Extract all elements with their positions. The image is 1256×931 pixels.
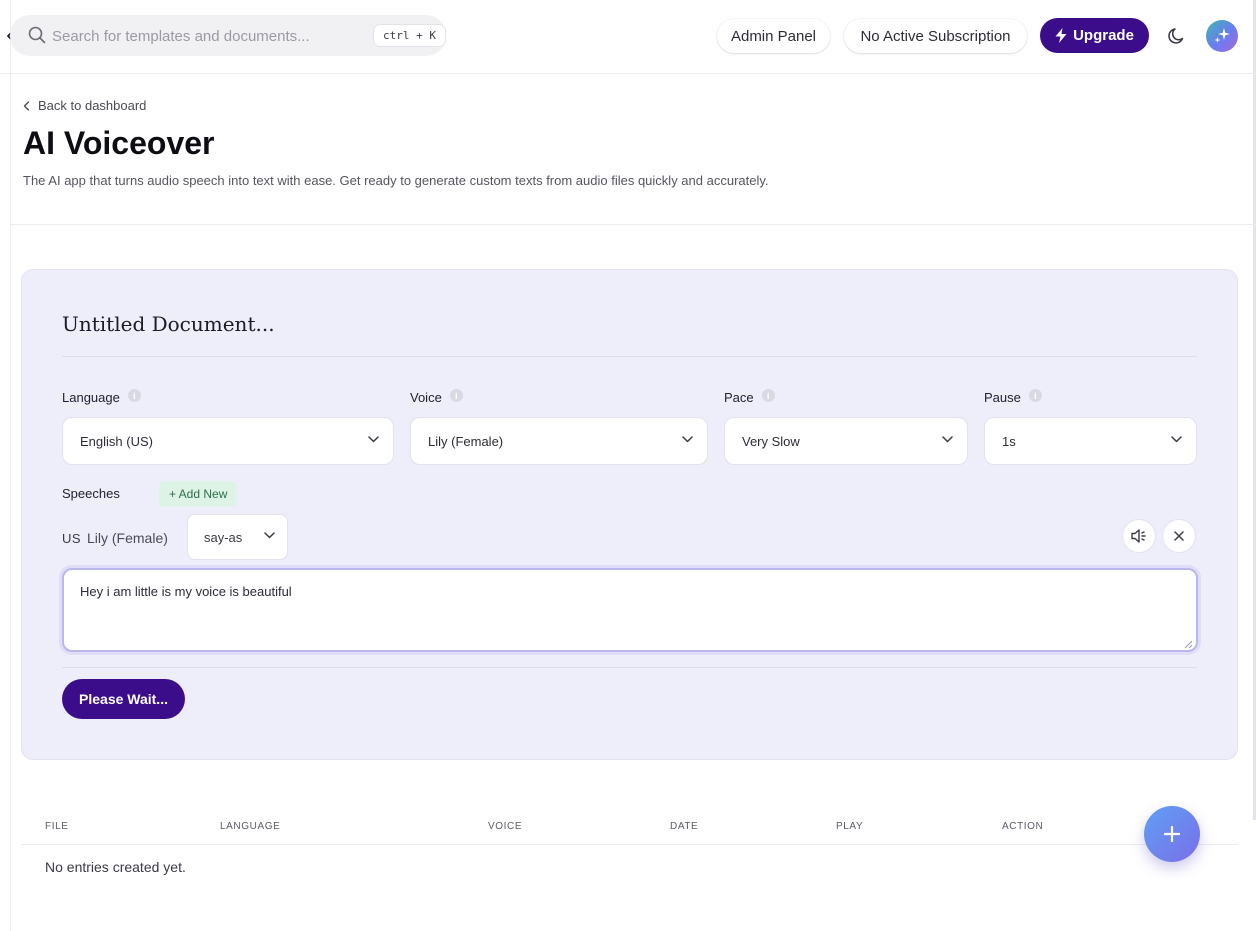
voice-value: Lily (Female): [428, 433, 504, 449]
column-header-action: ACTION: [1002, 821, 1044, 832]
avatar[interactable]: [1206, 20, 1238, 52]
search-icon: [28, 26, 46, 49]
table-divider: [21, 844, 1238, 845]
upgrade-button[interactable]: Upgrade: [1040, 18, 1149, 53]
pause-label-text: Pause: [984, 390, 1021, 405]
add-new-speech-button[interactable]: + Add New: [159, 481, 238, 507]
info-icon[interactable]: i: [1028, 389, 1042, 402]
document-title[interactable]: Untitled Document...: [62, 312, 275, 336]
add-entry-fab[interactable]: [1144, 806, 1200, 862]
close-icon: [1174, 531, 1184, 541]
keyboard-shortcut: ctrl + K: [373, 24, 446, 47]
speech-row: US Lily (Female) say-as: [62, 514, 1197, 560]
divider: [62, 667, 1197, 668]
pace-label-text: Pace: [724, 390, 754, 405]
language-label: Language i: [62, 389, 141, 405]
chevron-down-icon: [682, 436, 693, 443]
top-bar: ctrl + K Admin Panel No Active Subscript…: [0, 0, 1256, 74]
upgrade-label: Upgrade: [1073, 27, 1134, 44]
language-select[interactable]: English (US): [62, 417, 394, 465]
voiceover-form-card: Untitled Document... Language i English …: [21, 269, 1238, 760]
column-header-voice: VOICE: [488, 821, 523, 832]
pause-value: 1s: [1002, 433, 1016, 449]
info-icon[interactable]: i: [449, 389, 463, 402]
page-subtitle: The AI app that turns audio speech into …: [23, 173, 769, 188]
speech-voice: Lily (Female): [87, 530, 168, 546]
theme-toggle[interactable]: [1165, 24, 1189, 48]
resize-handle-icon[interactable]: [1184, 640, 1193, 649]
bolt-icon: [1055, 28, 1067, 43]
search-input[interactable]: [52, 25, 352, 47]
voice-label-text: Voice: [410, 390, 442, 405]
chevron-left-icon: [23, 100, 30, 111]
generate-button[interactable]: Please Wait...: [62, 679, 185, 719]
moon-icon: [1168, 28, 1184, 44]
speech-language-code: US: [62, 531, 82, 546]
pause-label: Pause i: [984, 389, 1042, 405]
say-as-value: say-as: [204, 529, 243, 545]
pause-select[interactable]: 1s: [984, 417, 1197, 465]
chevron-down-icon: [264, 532, 275, 539]
column-header-language: LANGUAGE: [220, 821, 281, 832]
back-to-dashboard-link[interactable]: Back to dashboard: [23, 98, 146, 113]
chevron-down-icon: [1171, 436, 1182, 443]
info-icon[interactable]: i: [127, 389, 141, 402]
info-icon[interactable]: i: [761, 389, 775, 402]
language-value: English (US): [80, 433, 153, 449]
chevron-down-icon: [942, 436, 953, 443]
pace-select[interactable]: Very Slow: [724, 417, 968, 465]
pace-value: Very Slow: [742, 433, 800, 449]
sparkle-icon: [1214, 28, 1230, 43]
speeches-label: Speeches: [62, 486, 120, 501]
preview-speech-button[interactable]: [1122, 519, 1156, 553]
column-header-play: PLAY: [836, 821, 864, 832]
pace-label: Pace i: [724, 389, 775, 405]
plus-icon: [1163, 825, 1181, 843]
subscription-status-button[interactable]: No Active Subscription: [844, 19, 1027, 53]
speech-textarea[interactable]: Hey i am little is my voice is beautiful: [62, 568, 1198, 652]
back-label: Back to dashboard: [38, 98, 147, 113]
voice-label: Voice i: [410, 389, 463, 405]
column-header-file: FILE: [45, 821, 69, 832]
say-as-select[interactable]: say-as: [187, 514, 288, 560]
language-label-text: Language: [62, 390, 120, 405]
remove-speech-button[interactable]: [1162, 519, 1196, 553]
chevron-down-icon: [368, 436, 379, 443]
speaker-icon: [1131, 529, 1146, 543]
divider: [62, 356, 1197, 357]
page-title: AI Voiceover: [23, 125, 215, 161]
empty-state-text: No entries created yet.: [45, 859, 186, 875]
admin-panel-button[interactable]: Admin Panel: [717, 19, 830, 53]
page-header: Back to dashboard AI Voiceover The AI ap…: [11, 74, 1256, 225]
voice-select[interactable]: Lily (Female): [410, 417, 708, 465]
column-header-date: DATE: [670, 821, 699, 832]
search-bar[interactable]: ctrl + K: [10, 15, 446, 56]
